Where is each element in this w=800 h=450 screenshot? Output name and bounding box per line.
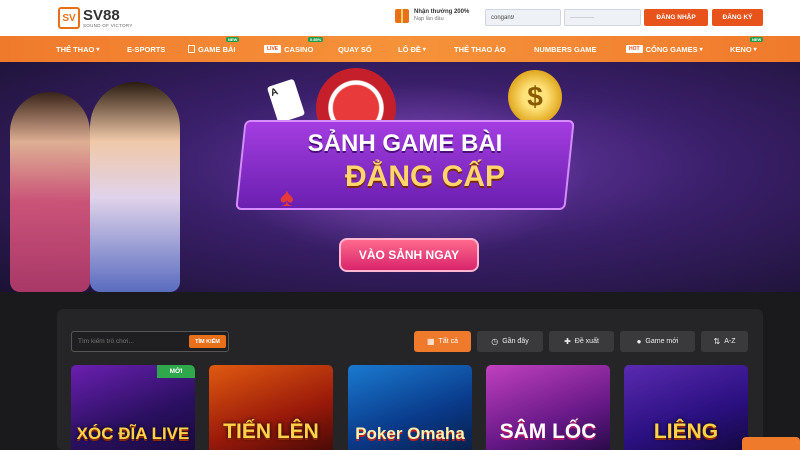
dealer-illustration-left [10,92,90,292]
live-chat-tab[interactable] [742,437,800,450]
main-nav: THỂ THAO ▾ E-SPORTS GAME BÀI NEW LIVE CAS… [0,36,800,62]
game-title: SÂM LỐC [499,420,597,443]
nav-item-quay-so[interactable]: QUAY SỐ [338,36,372,62]
hot-tag: HOT [626,45,643,53]
nav-item-game-bai[interactable]: GAME BÀI NEW [188,36,240,62]
nav-label: E-SPORTS [127,44,166,54]
enter-lobby-button[interactable]: VÀO SẢNH NGAY [339,238,479,272]
top-header: SV SV88 SOUND OF VICTORY Nhận thưởng 200… [0,0,800,36]
login-button[interactable]: ĐĂNG NHẬP [644,9,708,26]
nav-label: LÔ ĐỀ [398,44,421,54]
nav-label: THỂ THAO ẢO [454,44,506,54]
filter-label: A-Z [724,338,736,345]
filter-label: Game mới [645,338,679,345]
game-title: LIÊNG [653,420,719,443]
clock-icon: ◷ [491,337,499,346]
new-badge: MỚI [157,365,195,378]
logo-mark: SV [58,7,80,29]
game-title: TIẾN LÊN [223,420,319,443]
filter-recent[interactable]: ◷ Gần đây [477,331,543,352]
dealer-illustration-right [90,82,180,292]
live-tag: LIVE [264,45,282,53]
nav-label: QUAY SỐ [338,44,372,54]
spade-icon: ♠ [280,182,294,212]
hero-banner[interactable]: A $ SẢNH GAME BÀI ĐẲNG CẤP ♠ VÀO SẢNH NG… [0,62,800,292]
game-tile-xoc-dia-live[interactable]: MỚI XÓC ĐĨA LIVE [71,365,195,450]
promo-title: Nhận thưởng 200% [414,9,470,16]
banner-title-line2: ĐẲNG CẤP [344,160,505,193]
nav-label: CASINO [284,44,314,54]
logo-name: SV88 [83,6,120,24]
nav-item-keno[interactable]: KENO ▾ NEW [730,36,764,62]
username-field[interactable] [485,9,561,26]
filter-label: Tất cả [438,338,458,345]
chevron-down-icon: ▾ [699,46,703,53]
game-title: XÓC ĐĨA LIVE [76,424,190,443]
rebate-badge: 0.85% [308,37,324,42]
nav-label: THỂ THAO [56,44,95,54]
new-icon: ● [636,337,642,346]
nav-item-the-thao-ao[interactable]: THỂ THAO ẢO [454,36,506,62]
game-search: TÌM KIẾM [71,331,229,352]
promo-subtitle: Nạp lần đầu [414,16,444,23]
search-button[interactable]: TÌM KIẾM [189,335,226,348]
nav-label: KENO [730,44,752,54]
coin-icon: $ [508,70,562,124]
grid-icon: ▦ [426,337,435,346]
new-badge: NEW [226,37,240,42]
nav-item-lo-de[interactable]: LÔ ĐỀ ▾ [398,36,426,62]
game-tile-poker-omaha[interactable]: Poker Omaha [348,365,472,450]
filter-recommended[interactable]: ✚ Đề xuất [549,331,614,352]
promo-link[interactable]: Nhận thưởng 200% Nạp lần đầu [395,9,469,23]
game-tile-tien-len[interactable]: TIẾN LÊN [209,365,333,450]
filter-a-z[interactable]: ⇅ A-Z [701,331,748,352]
nav-item-numbers-game[interactable]: NUMBERS GAME [534,36,597,62]
game-tile-sam-loc[interactable]: SÂM LỐC [486,365,610,450]
nav-label: CỔNG GAMES [645,44,698,54]
filter-all[interactable]: ▦ Tất cả [414,331,471,352]
nav-item-casino[interactable]: LIVE CASINO 0.85% [264,36,324,62]
banner-title-line1: SẢNH GAME BÀI [307,130,503,157]
chevron-down-icon: ▾ [96,46,100,53]
filter-label: Đề xuất [574,338,599,345]
nav-item-cong-games[interactable]: HOT CỔNG GAMES ▾ [626,36,703,62]
cards-icon [188,45,195,53]
logo-tagline: SOUND OF VICTORY [83,22,133,28]
filter-new-games[interactable]: ● Game mới [620,331,695,352]
nav-label: NUMBERS GAME [534,44,597,54]
game-title: Poker Omaha [355,424,465,443]
filter-label: Gần đây [502,338,529,345]
nav-item-the-thao[interactable]: THỂ THAO ▾ [56,36,99,62]
chevron-down-icon: ▾ [753,46,757,53]
nav-item-e-sports[interactable]: E-SPORTS [127,36,165,62]
register-button[interactable]: ĐĂNG KÝ [712,9,763,26]
site-logo[interactable]: SV SV88 SOUND OF VICTORY [58,6,133,30]
game-tile-lieng[interactable]: LIÊNG [624,365,748,450]
sort-icon: ⇅ [713,337,721,346]
password-field[interactable] [564,9,641,26]
nav-label: GAME BÀI [198,44,236,54]
new-badge: NEW [750,37,764,42]
chevron-down-icon: ▾ [422,46,426,53]
search-input[interactable] [78,332,186,351]
gift-icon [395,9,409,23]
gamepad-icon: ✚ [564,337,571,346]
